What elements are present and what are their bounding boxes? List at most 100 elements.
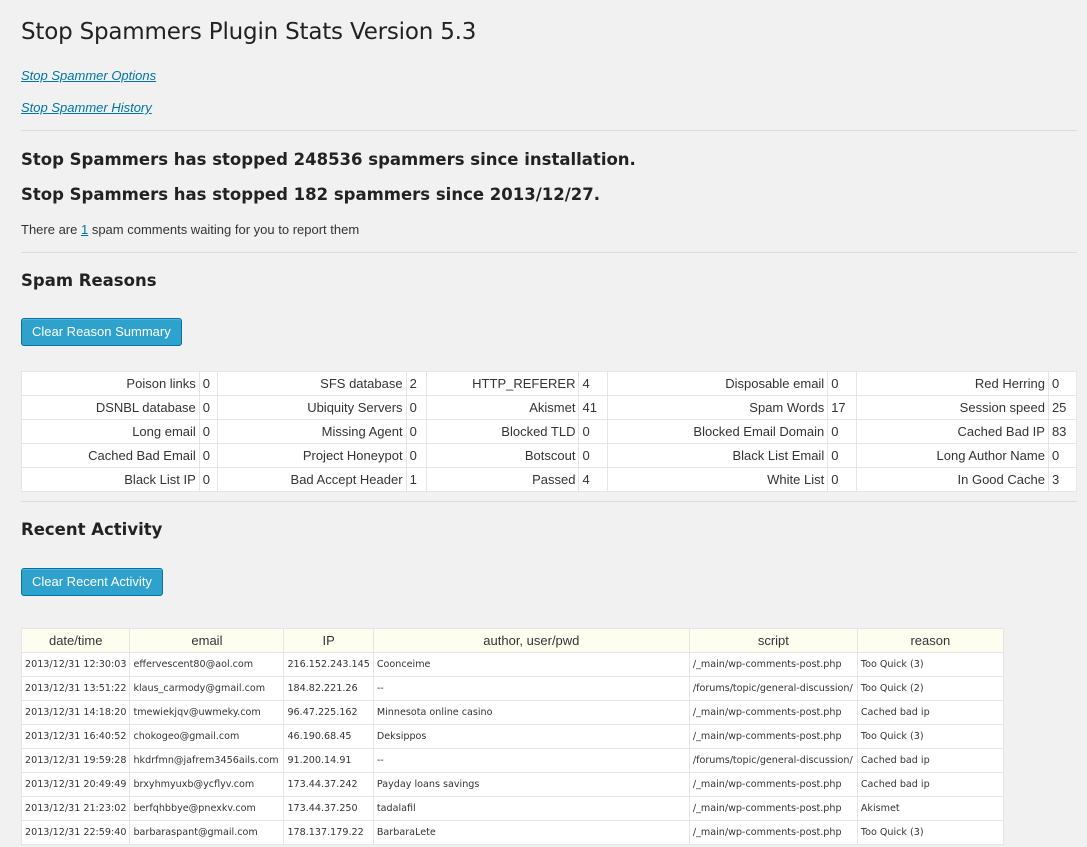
reason-row: Cached Bad Email 0 Project Honeypot 0 Botsco…	[21, 443, 1078, 468]
reason-count: 0	[1047, 443, 1078, 468]
reason-count: 0	[405, 419, 427, 444]
cell-reason: Too Quick (3)	[856, 652, 1004, 677]
reason-label: Blocked TLD	[425, 419, 580, 444]
reason-label: Blocked Email Domain	[607, 419, 829, 444]
spam-reasons-table: Poison links 0 SFS database 2 HTTP_REFERER 4 D…	[21, 371, 1078, 492]
reason-count: 0	[198, 395, 218, 420]
clear-reason-summary-button[interactable]: Clear Reason Summary	[21, 318, 182, 346]
page-title: Stop Spammers Plugin Stats Version 5.3	[21, 19, 477, 45]
cell-email: chokogeo@gmail.com	[129, 724, 285, 749]
cell-script: /_main/wp-comments-post.php	[688, 772, 858, 797]
cell-script: /_main/wp-comments-post.php	[688, 700, 858, 725]
reason-count: 0	[1047, 371, 1078, 396]
options-link[interactable]: Stop Spammer Options	[21, 68, 156, 83]
cell-datetime: 2013/12/31 20:49:49	[20, 772, 131, 797]
cell-datetime: 2013/12/31 19:59:28	[20, 748, 131, 773]
cell-ip: 184.82.221.26	[283, 676, 374, 701]
waiting-prefix: There are	[21, 222, 81, 237]
divider	[21, 130, 1077, 131]
cell-email: effervescent80@aol.com	[129, 652, 285, 677]
reason-count: 1	[405, 467, 427, 492]
activity-row: 2013/12/31 21:23:02 berfqhbbye@pnexkv.com…	[20, 796, 1004, 821]
reason-count: 0	[578, 419, 609, 444]
reason-label: HTTP_REFERER	[425, 371, 580, 396]
reason-count: 41	[578, 395, 609, 420]
reason-row: Black List IP 0 Bad Accept Header 1 Passed 4 W…	[21, 467, 1078, 492]
cell-script: /_main/wp-comments-post.php	[688, 820, 858, 845]
reason-label: Ubiquity Servers	[216, 395, 407, 420]
cell-script: /forums/topic/general-discussion/	[688, 748, 858, 773]
reason-count: 0	[198, 467, 218, 492]
cell-ip: 173.44.37.250	[283, 796, 374, 821]
reason-count: 0	[827, 419, 858, 444]
reason-count: 4	[578, 467, 609, 492]
cell-author: Payday loans savings	[372, 772, 690, 797]
cell-email: tmewiekjqv@uwmeky.com	[129, 700, 285, 725]
divider	[21, 252, 1077, 253]
reason-count: 25	[1047, 395, 1078, 420]
cell-datetime: 2013/12/31 16:40:52	[20, 724, 131, 749]
activity-row: 2013/12/31 20:49:49 brxyhmyuxb@ycflyv.com…	[20, 772, 1004, 797]
column-header: author, user/pwd	[372, 628, 690, 653]
column-header: email	[129, 628, 285, 653]
reason-count: 0	[405, 395, 427, 420]
reason-row: Long email 0 Missing Agent 0 Blocked TLD 0 Blo…	[21, 419, 1078, 444]
cell-email: brxyhmyuxb@ycflyv.com	[129, 772, 285, 797]
cell-reason: Too Quick (3)	[856, 724, 1004, 749]
reason-count: 0	[198, 419, 218, 444]
history-link[interactable]: Stop Spammer History	[21, 100, 152, 115]
cell-author: --	[372, 748, 690, 773]
reason-label: Long Author Name	[856, 443, 1049, 468]
cell-reason: Too Quick (2)	[856, 676, 1004, 701]
reason-count: 0	[827, 467, 858, 492]
cell-author: tadalafil	[372, 796, 690, 821]
cell-script: /_main/wp-comments-post.php	[688, 724, 858, 749]
cell-ip: 216.152.243.145	[283, 652, 374, 677]
reason-label: DSNBL database	[21, 395, 200, 420]
cell-ip: 96.47.225.162	[283, 700, 374, 725]
column-header: IP	[283, 628, 374, 653]
activity-row: 2013/12/31 16:40:52 chokogeo@gmail.com 46.…	[20, 724, 1004, 749]
cell-reason: Cached bad ip	[856, 748, 1004, 773]
reason-count: 4	[578, 371, 609, 396]
cell-reason: Too Quick (3)	[856, 820, 1004, 845]
reason-label: In Good Cache	[856, 467, 1049, 492]
cell-script: /_main/wp-comments-post.php	[688, 796, 858, 821]
reason-row: Poison links 0 SFS database 2 HTTP_REFERER 4 D…	[21, 371, 1078, 396]
reason-label: Spam Words	[607, 395, 829, 420]
cell-email: barbaraspant@gmail.com	[129, 820, 285, 845]
cell-author: BarbaraLete	[372, 820, 690, 845]
cell-datetime: 2013/12/31 22:59:40	[20, 820, 131, 845]
reason-count: 3	[1047, 467, 1078, 492]
reason-label: Bad Accept Header	[216, 467, 407, 492]
cell-email: hkdrfmn@jafrem3456ails.com	[129, 748, 285, 773]
reason-count: 0	[198, 371, 218, 396]
reason-label: Akismet	[425, 395, 580, 420]
activity-row: 2013/12/31 19:59:28 hkdrfmn@jafrem3456ail…	[20, 748, 1004, 773]
reason-label: Cached Bad Email	[21, 443, 200, 468]
reason-row: DSNBL database 0 Ubiquity Servers 0 Akismet 4…	[21, 395, 1078, 420]
reason-label: Black List Email	[607, 443, 829, 468]
divider	[21, 501, 1077, 502]
cell-ip: 173.44.37.242	[283, 772, 374, 797]
reason-count: 83	[1047, 419, 1078, 444]
cell-ip: 178.137.179.22	[283, 820, 374, 845]
reason-label: White List	[607, 467, 829, 492]
cell-datetime: 2013/12/31 12:30:03	[20, 652, 131, 677]
cell-script: /forums/topic/general-discussion/	[688, 676, 858, 701]
cell-datetime: 2013/12/31 13:51:22	[20, 676, 131, 701]
reason-label: Project Honeypot	[216, 443, 407, 468]
cell-reason: Cached bad ip	[856, 772, 1004, 797]
reason-label: Red Herring	[856, 371, 1049, 396]
cell-reason: Cached bad ip	[856, 700, 1004, 725]
reason-count: 17	[827, 395, 858, 420]
cell-author: Coonceime	[372, 652, 690, 677]
spam-reasons-heading: Spam Reasons	[21, 271, 157, 290]
clear-recent-activity-button[interactable]: Clear Recent Activity	[21, 568, 163, 596]
activity-row: 2013/12/31 12:30:03 effervescent80@aol.co…	[20, 652, 1004, 677]
reason-count: 0	[578, 443, 609, 468]
total-stopped-stat: Stop Spammers has stopped 248536 spammer…	[21, 150, 636, 169]
reason-label: Missing Agent	[216, 419, 407, 444]
cell-datetime: 2013/12/31 14:18:20	[20, 700, 131, 725]
recent-activity-heading: Recent Activity	[21, 520, 163, 539]
